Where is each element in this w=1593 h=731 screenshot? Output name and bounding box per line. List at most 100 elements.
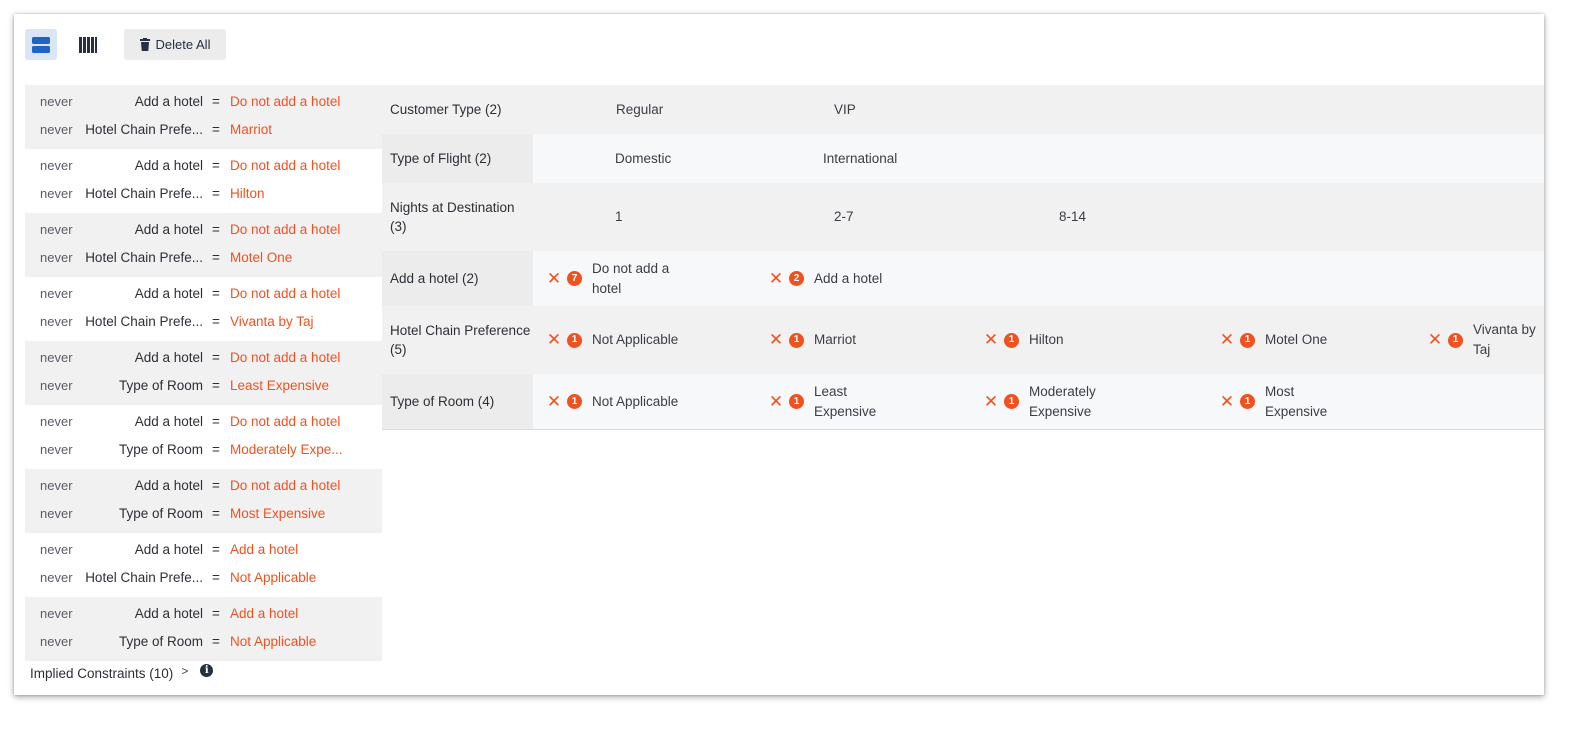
- rows-view-icon: [32, 36, 50, 53]
- columns-view-button[interactable]: [72, 29, 104, 60]
- constraint-group[interactable]: never Add a hotel = Add a hotel never Hotel C…: [25, 533, 382, 597]
- remove-value-icon[interactable]: ✕: [980, 392, 1002, 412]
- info-icon[interactable]: i: [200, 664, 214, 677]
- constraint-row: never Add a hotel = Do not add a hotel: [25, 476, 382, 496]
- implied-constraints-toggle[interactable]: Implied Constraints (10) > i: [30, 664, 214, 681]
- constraint-count-badge: 1: [567, 394, 582, 409]
- parameter-value[interactable]: ✕ 2 Add a hotel: [765, 251, 882, 306]
- constraint-value: Add a hotel: [230, 606, 299, 621]
- parameter-value[interactable]: ✕ 1 Not Applicable: [543, 306, 678, 374]
- parameter-value[interactable]: 8-14: [1059, 183, 1086, 251]
- remove-value-icon[interactable]: ✕: [1216, 392, 1238, 412]
- parameter-name[interactable]: Hotel Chain Preference (5): [382, 306, 533, 374]
- constraint-row: never Type of Room = Moderately Expe...: [25, 440, 382, 460]
- parameter-name[interactable]: Add a hotel (2): [382, 251, 533, 306]
- constraint-row: never Type of Room = Most Expensive: [25, 504, 382, 524]
- constraint-value: Do not add a hotel: [230, 158, 341, 173]
- parameter-value-label: Most Expensive: [1265, 383, 1328, 419]
- parameter-row: Type of Flight (2) Domestic International: [382, 134, 1544, 183]
- constraint-group[interactable]: never Add a hotel = Do not add a hotel never…: [25, 213, 382, 277]
- constraint-group[interactable]: never Add a hotel = Do not add a hotel never…: [25, 85, 382, 149]
- constraint-operator: =: [212, 542, 220, 557]
- constraint-keyword: never: [40, 570, 73, 585]
- parameter-value[interactable]: ✕ 7 Do not add a hotel: [543, 251, 682, 306]
- parameter-name[interactable]: Type of Room (4): [382, 374, 533, 429]
- parameter-value[interactable]: 1: [615, 183, 623, 251]
- remove-value-icon[interactable]: ✕: [543, 392, 565, 412]
- parameter-row: Type of Room (4) ✕ 1 Not Applicable ✕ 1 Least …: [382, 374, 1544, 430]
- constraint-operator: =: [212, 122, 220, 137]
- parameter-value[interactable]: ✕ 1 Hilton: [980, 306, 1064, 374]
- parameter-name[interactable]: Nights at Destination (3): [382, 183, 533, 251]
- remove-value-icon[interactable]: ✕: [543, 330, 565, 350]
- constraint-attribute: Type of Room: [118, 634, 203, 649]
- parameter-values: ✕ 7 Do not add a hotel ✕ 2 Add a hotel: [533, 251, 1544, 306]
- constraint-keyword: never: [40, 94, 73, 109]
- constraint-row: never Add a hotel = Do not add a hotel: [25, 284, 382, 304]
- delete-all-button[interactable]: Delete All: [124, 29, 226, 60]
- constraint-attribute: Hotel Chain Prefe...: [85, 314, 203, 329]
- constraint-value: Most Expensive: [230, 506, 326, 521]
- parameter-value-label: Vivanta by Taj: [1473, 322, 1536, 357]
- parameter-value[interactable]: ✕ 1 Vivanta by Taj: [1424, 306, 1543, 374]
- remove-value-icon[interactable]: ✕: [765, 330, 787, 350]
- parameter-value[interactable]: ✕ 1 Least Expensive: [765, 374, 884, 429]
- remove-value-icon[interactable]: ✕: [1424, 330, 1446, 350]
- delete-all-label: Delete All: [155, 37, 211, 52]
- parameter-value[interactable]: 2-7: [834, 183, 854, 251]
- constraint-count-badge: 1: [789, 394, 804, 409]
- constraint-group[interactable]: never Add a hotel = Do not add a hotel never…: [25, 149, 382, 213]
- trash-icon: [139, 38, 150, 51]
- parameter-value[interactable]: VIP: [834, 85, 856, 134]
- remove-value-icon[interactable]: ✕: [765, 269, 787, 289]
- parameter-name[interactable]: Customer Type (2): [382, 85, 533, 134]
- constraint-keyword: never: [40, 350, 73, 365]
- constraint-row: never Hotel Chain Prefe... = Marriot: [25, 120, 382, 140]
- parameter-value-label: Domestic: [615, 150, 672, 166]
- parameter-value[interactable]: ✕ 1 Not Applicable: [543, 374, 678, 429]
- parameter-value[interactable]: Regular: [616, 85, 663, 134]
- constraint-attribute: Type of Room: [118, 442, 203, 457]
- parameter-value-label: Hilton: [1029, 332, 1064, 347]
- parameter-value-label: Least Expensive: [814, 383, 877, 419]
- chevron-right-icon[interactable]: >: [181, 664, 188, 678]
- parameter-values: ✕ 1 Not Applicable ✕ 1 Least Expensive ✕ 1 Moder…: [533, 374, 1544, 429]
- constraint-attribute: Add a hotel: [134, 286, 203, 301]
- constraint-count-badge: 1: [1448, 332, 1463, 348]
- constraint-keyword: never: [40, 222, 73, 237]
- parameter-value-label: Not Applicable: [592, 393, 679, 409]
- parameter-name[interactable]: Type of Flight (2): [382, 134, 533, 183]
- constraint-attribute: Type of Room: [118, 378, 203, 393]
- remove-value-icon[interactable]: ✕: [980, 330, 1002, 350]
- constraint-operator: =: [212, 506, 220, 521]
- constraint-keyword: never: [40, 122, 73, 137]
- parameter-value[interactable]: ✕ 1 Motel One: [1216, 306, 1327, 374]
- remove-value-icon[interactable]: ✕: [765, 392, 787, 412]
- parameter-values: Domestic International: [533, 134, 1544, 183]
- parameter-value[interactable]: ✕ 1 Moderately Expensive: [980, 374, 1119, 429]
- columns-view-icon: [79, 36, 97, 53]
- constraint-count-badge: 7: [567, 271, 582, 286]
- constraint-attribute: Hotel Chain Prefe...: [85, 570, 203, 585]
- parameter-value[interactable]: International: [823, 134, 897, 183]
- remove-value-icon[interactable]: ✕: [543, 269, 565, 289]
- parameter-row: Nights at Destination (3) 1 2-7 8-14: [382, 183, 1544, 251]
- constraint-group[interactable]: never Add a hotel = Do not add a hotel never…: [25, 277, 382, 341]
- constraint-group[interactable]: never Add a hotel = Add a hotel never Type of…: [25, 597, 382, 661]
- constraint-group[interactable]: never Add a hotel = Do not add a hotel never…: [25, 341, 382, 405]
- constraint-row: never Add a hotel = Add a hotel: [25, 540, 382, 560]
- remove-value-icon[interactable]: ✕: [1216, 330, 1238, 350]
- constraint-group[interactable]: never Add a hotel = Do not add a hotel never…: [25, 469, 382, 533]
- constraint-group[interactable]: never Add a hotel = Do not add a hotel never…: [25, 405, 382, 469]
- constraint-operator: =: [212, 478, 220, 493]
- constraint-value: Do not add a hotel: [230, 350, 341, 365]
- constraint-attribute: Add a hotel: [134, 542, 203, 557]
- constraint-operator: =: [212, 94, 220, 109]
- parameter-value[interactable]: Domestic: [615, 134, 671, 183]
- rows-view-button[interactable]: [25, 29, 57, 60]
- parameter-value[interactable]: ✕ 1 Marriot: [765, 306, 856, 374]
- constraint-row: never Add a hotel = Do not add a hotel: [25, 220, 382, 240]
- constraint-value: Moderately Expe...: [230, 442, 343, 457]
- parameter-value[interactable]: ✕ 1 Most Expensive: [1216, 374, 1335, 429]
- constraint-value: Do not add a hotel: [230, 478, 341, 493]
